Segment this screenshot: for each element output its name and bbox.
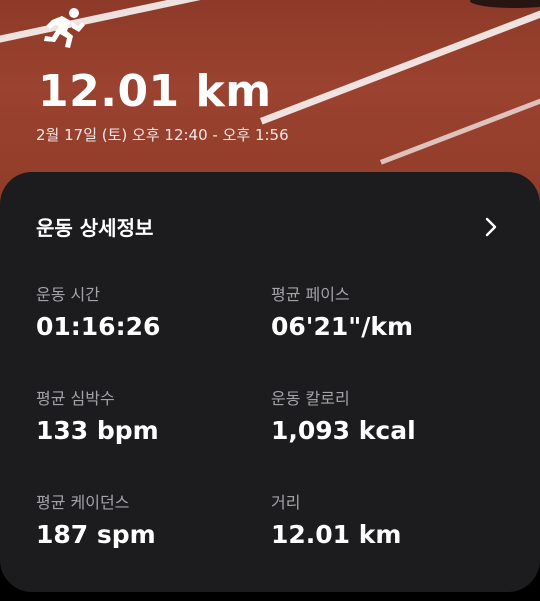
stat-average-cadence: 평균 케이던스 187 spm [36,492,256,550]
workout-details-card[interactable]: 운동 상세정보 운동 시간 01:16:26 평균 페이스 06'21"/km … [0,172,540,592]
workout-date-range: 2월 17일 (토) 오후 12:40 - 오후 1:56 [36,126,289,144]
stat-average-pace: 평균 페이스 06'21"/km [271,284,491,342]
stat-label: 평균 심박수 [36,389,115,408]
details-header[interactable]: 운동 상세정보 [36,210,504,244]
stat-label: 거리 [271,493,301,512]
stat-value: 1,093 kcal [271,416,416,445]
stat-value: 06'21"/km [271,312,414,341]
runner-shadow [470,0,540,8]
chevron-right-icon[interactable] [478,214,504,240]
stat-label: 운동 시간 [36,285,100,304]
running-person-icon [44,8,85,48]
track-lane-line [0,0,216,51]
stat-calories: 운동 칼로리 1,093 kcal [271,388,491,446]
stat-label: 평균 페이스 [271,285,350,304]
workout-summary-screen: 12.01 km 2월 17일 (토) 오후 12:40 - 오후 1:56 운… [0,0,540,601]
track-lane-line [260,0,540,125]
stat-value: 187 spm [36,520,156,549]
stat-average-heart-rate: 평균 심박수 133 bpm [36,388,256,446]
stat-value: 133 bpm [36,416,159,445]
stat-workout-time: 운동 시간 01:16:26 [36,284,256,342]
track-lane-line [380,81,540,165]
stat-value: 12.01 km [271,520,402,549]
stat-distance: 거리 12.01 km [271,492,491,550]
stat-value: 01:16:26 [36,312,161,341]
details-title: 운동 상세정보 [36,216,154,240]
total-distance: 12.01 km [38,66,272,117]
stat-label: 운동 칼로리 [271,389,350,408]
stat-label: 평균 케이던스 [36,493,130,512]
